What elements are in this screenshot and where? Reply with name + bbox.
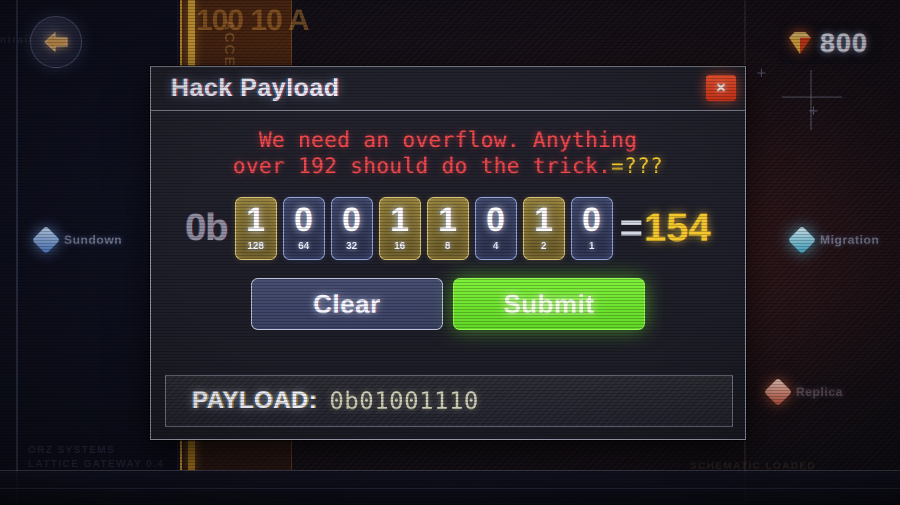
faint-status-text: SCHEMATIC LOADED bbox=[690, 461, 817, 472]
bit-toggle-8[interactable]: 1 8 bbox=[426, 197, 469, 260]
world-flare-line bbox=[810, 70, 812, 130]
bit-digit: 1 bbox=[390, 201, 410, 239]
gem-count-value: 800 bbox=[819, 27, 868, 58]
clear-button[interactable]: Clear bbox=[251, 278, 443, 330]
map-node-sundown[interactable]: Sundown bbox=[31, 225, 123, 255]
edge-label-left: ntrail bbox=[0, 35, 33, 46]
bit-weight: 32 bbox=[346, 241, 358, 252]
bit-weight: 128 bbox=[247, 241, 264, 252]
payload-value: 0b01001110 bbox=[329, 387, 479, 415]
payload-label: PAYLOAD: bbox=[192, 387, 318, 414]
decimal-value: 154 bbox=[643, 206, 711, 250]
close-icon: × bbox=[716, 78, 726, 97]
payload-readout-bar: PAYLOAD: 0b01001110 bbox=[165, 375, 733, 427]
decimal-readout: = 154 bbox=[620, 206, 711, 251]
back-arrow-icon bbox=[44, 31, 68, 53]
bit-digit: 0 bbox=[342, 201, 362, 239]
instruction-line-1: We need an overflow. Anything bbox=[258, 128, 638, 152]
bit-digit: 1 bbox=[534, 201, 554, 239]
bit-weight: 16 bbox=[394, 241, 406, 252]
node-label: Migration bbox=[820, 233, 880, 247]
bit-toggle-4[interactable]: 0 4 bbox=[474, 197, 517, 260]
game-screen: 100 10 A ACCESS Sundown Migration Replic… bbox=[0, 0, 900, 505]
gem-icon bbox=[789, 32, 811, 54]
node-label: Replica bbox=[796, 385, 843, 399]
bit-digit: 0 bbox=[582, 201, 602, 239]
instruction-line-2: over 192 should do the trick. bbox=[232, 154, 612, 178]
bit-toggle-16[interactable]: 1 16 bbox=[378, 197, 421, 260]
world-flare-line bbox=[16, 0, 18, 505]
instruction-text: We need an overflow. Anything over 192 s… bbox=[169, 127, 727, 179]
bit-weight: 1 bbox=[588, 241, 595, 252]
instruction-line-2-wrap: over 192 should do the trick.=??? bbox=[181, 153, 715, 179]
instruction-unknown-value: =??? bbox=[611, 154, 664, 178]
submit-button[interactable]: Submit bbox=[453, 278, 645, 330]
bit-toggle-64[interactable]: 0 64 bbox=[282, 197, 325, 260]
node-label: Sundown bbox=[64, 233, 123, 247]
bit-toggle-1[interactable]: 0 1 bbox=[570, 197, 613, 260]
equals-sign: = bbox=[619, 206, 643, 250]
bit-weight: 8 bbox=[444, 241, 451, 252]
binary-bit-row: 0b 1 128 0 64 0 32 1 16 1 8 0 4 1 2 0 1 … bbox=[169, 197, 727, 260]
dialog-actions: Clear Submit bbox=[169, 278, 727, 330]
close-button[interactable]: × bbox=[706, 75, 736, 101]
world-divider bbox=[0, 488, 900, 489]
node-gem-icon bbox=[31, 225, 61, 255]
dialog-body: We need an overflow. Anything over 192 s… bbox=[151, 111, 745, 330]
amber-number-text: 100 10 A bbox=[196, 4, 310, 37]
binary-prefix: 0b bbox=[185, 207, 228, 249]
map-node-migration[interactable]: Migration bbox=[787, 225, 880, 255]
bit-weight: 64 bbox=[298, 241, 310, 252]
back-button[interactable] bbox=[30, 16, 82, 68]
bit-weight: 4 bbox=[492, 241, 499, 252]
gem-counter[interactable]: 800 bbox=[778, 22, 882, 64]
node-gem-icon bbox=[787, 225, 817, 255]
faint-system-text: ORZ SYSTEMS LATTICE GATEWAY 0.4 bbox=[28, 445, 165, 470]
dialog-title-bar: Hack Payload × bbox=[151, 67, 745, 111]
node-gem-icon bbox=[763, 377, 793, 407]
bit-digit: 1 bbox=[438, 201, 458, 239]
bit-toggle-128[interactable]: 1 128 bbox=[234, 197, 277, 260]
sparkle-icon: + bbox=[808, 104, 819, 119]
bit-digit: 1 bbox=[246, 201, 266, 239]
hack-payload-dialog: Hack Payload × We need an overflow. Anyt… bbox=[150, 66, 746, 440]
world-flare-line bbox=[782, 96, 842, 98]
dialog-title: Hack Payload bbox=[171, 74, 340, 102]
bit-toggle-2[interactable]: 1 2 bbox=[522, 197, 565, 260]
bit-toggle-32[interactable]: 0 32 bbox=[330, 197, 373, 260]
bit-weight: 2 bbox=[540, 241, 547, 252]
bit-digit: 0 bbox=[486, 201, 506, 239]
sparkle-icon: + bbox=[756, 66, 767, 81]
bit-digit: 0 bbox=[294, 201, 314, 239]
map-node-replica[interactable]: Replica bbox=[763, 377, 843, 407]
